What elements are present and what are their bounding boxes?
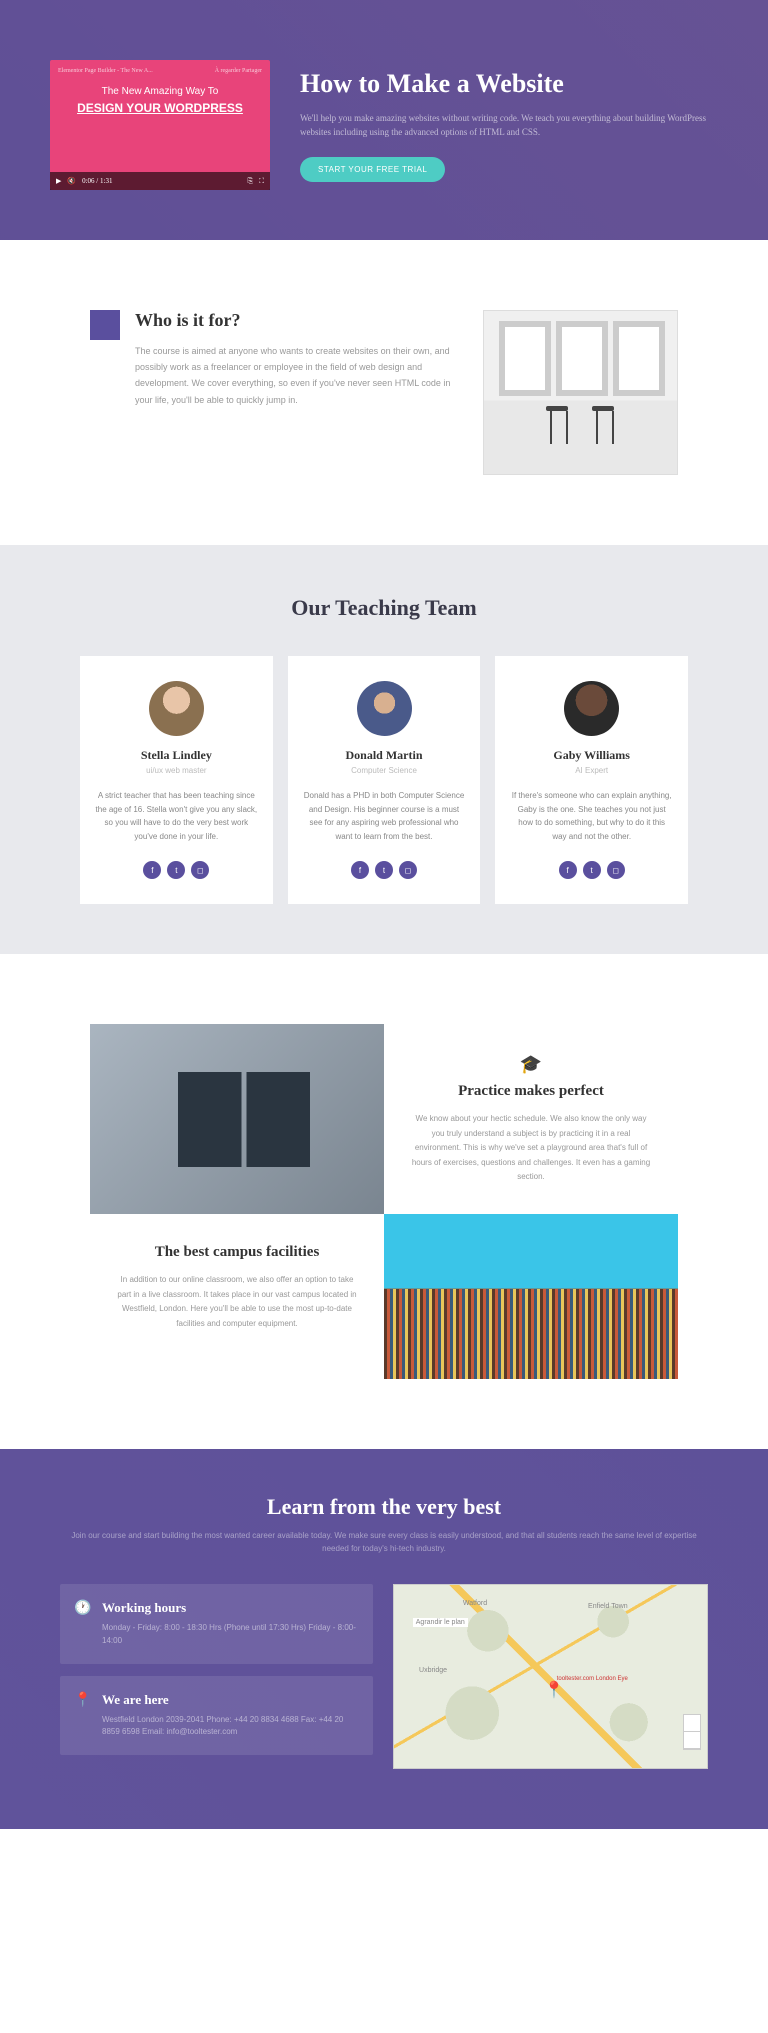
instagram-icon[interactable]: ◻ <box>191 861 209 879</box>
hero-text: How to Make a Website We'll help you mak… <box>300 68 718 183</box>
who-body: The course is aimed at anyone who wants … <box>135 343 458 408</box>
cast-icon[interactable]: ⎘ <box>247 177 253 186</box>
features-section: 🎓 Practice makes perfect We know about y… <box>0 954 768 1449</box>
who-image <box>483 310 678 475</box>
twitter-icon[interactable]: t <box>167 861 185 879</box>
video-subtitle: The New Amazing Way To <box>58 86 262 97</box>
map-city-label: Watford <box>463 1600 487 1607</box>
member-bio: A strict teacher that has been teaching … <box>95 789 258 843</box>
play-icon[interactable]: ▶ <box>56 177 61 185</box>
location-box: 📍 We are here Westfield London 2039-2041… <box>60 1676 373 1756</box>
who-content: Who is it for? The course is aimed at an… <box>90 310 458 408</box>
here-body: Westfield London 2039-2041 Phone: +44 20… <box>102 1714 357 1740</box>
hours-body: Monday - Friday: 8:00 - 18:30 Hrs (Phone… <box>102 1622 357 1648</box>
facebook-icon[interactable]: f <box>559 861 577 879</box>
map-marker-label: tooltester.com London Eye <box>557 1676 628 1682</box>
hero-section: Elementor Page Builder - The New A... À … <box>0 0 768 240</box>
clock-icon: 🕐 <box>74 1600 91 1617</box>
zoom-in-button[interactable]: + <box>684 1715 700 1732</box>
twitter-icon[interactable]: t <box>375 861 393 879</box>
map-pin-icon: 📍 <box>74 1692 91 1709</box>
member-role: ui/ux web master <box>95 766 258 775</box>
member-bio: Donald has a PHD in both Computer Scienc… <box>303 789 466 843</box>
square-icon <box>90 310 120 340</box>
practice-title: Practice makes perfect <box>409 1083 653 1100</box>
video-player[interactable]: Elementor Page Builder - The New A... À … <box>50 60 270 190</box>
avatar <box>357 681 412 736</box>
video-headline: DESIGN YOUR WORDPRESS <box>58 101 262 115</box>
hero-description: We'll help you make amazing websites wit… <box>300 111 718 140</box>
facebook-icon[interactable]: f <box>351 861 369 879</box>
map-city-label: Uxbridge <box>419 1667 447 1674</box>
graduation-cap-icon: 🎓 <box>409 1054 653 1075</box>
practice-text: 🎓 Practice makes perfect We know about y… <box>384 1024 678 1214</box>
learn-section: Learn from the very best Join our course… <box>0 1449 768 1829</box>
who-section: Who is it for? The course is aimed at an… <box>0 240 768 545</box>
start-trial-button[interactable]: START YOUR FREE TRIAL <box>300 157 445 182</box>
team-title: Our Teaching Team <box>80 595 688 621</box>
hours-title: Working hours <box>102 1600 357 1616</box>
video-source-label: Elementor Page Builder - The New A... <box>58 68 153 74</box>
team-grid: Stella Lindley ui/ux web master A strict… <box>80 656 688 904</box>
team-card-stella: Stella Lindley ui/ux web master A strict… <box>80 656 273 904</box>
campus-text: The best campus facilities In addition t… <box>90 1214 384 1379</box>
working-hours-box: 🕐 Working hours Monday - Friday: 8:00 - … <box>60 1584 373 1664</box>
map-expand-link[interactable]: Agrandir le plan <box>413 1618 468 1627</box>
member-name: Donald Martin <box>303 748 466 763</box>
member-role: AI Expert <box>510 766 673 775</box>
here-title: We are here <box>102 1692 357 1708</box>
map-zoom-controls: + − <box>683 1714 701 1750</box>
practice-body: We know about your hectic schedule. We a… <box>409 1112 653 1184</box>
campus-title: The best campus facilities <box>115 1244 359 1261</box>
fullscreen-icon[interactable]: ⛶ <box>259 177 264 186</box>
practice-image <box>90 1024 384 1214</box>
mute-icon[interactable]: 🔇 <box>67 177 76 185</box>
member-role: Computer Science <box>303 766 466 775</box>
instagram-icon[interactable]: ◻ <box>399 861 417 879</box>
member-name: Stella Lindley <box>95 748 258 763</box>
hero-title: How to Make a Website <box>300 68 718 99</box>
video-time: 0:06 / 1:31 <box>82 177 112 185</box>
member-bio: If there's someone who can explain anyth… <box>510 789 673 843</box>
campus-body: In addition to our online classroom, we … <box>115 1273 359 1331</box>
avatar <box>564 681 619 736</box>
team-section: Our Teaching Team Stella Lindley ui/ux w… <box>0 545 768 954</box>
facebook-icon[interactable]: f <box>143 861 161 879</box>
avatar <box>149 681 204 736</box>
who-title: Who is it for? <box>135 310 458 331</box>
video-top-bar: Elementor Page Builder - The New A... À … <box>58 68 262 74</box>
map[interactable]: Watford Enfield Town Uxbridge Agrandir l… <box>393 1584 708 1769</box>
team-card-gaby: Gaby Williams AI Expert If there's someo… <box>495 656 688 904</box>
map-marker-icon: 📍 <box>544 1680 564 1700</box>
map-city-label: Enfield Town <box>588 1603 628 1610</box>
video-controls[interactable]: ▶ 🔇 0:06 / 1:31 ⎘ ⛶ <box>50 172 270 190</box>
twitter-icon[interactable]: t <box>583 861 601 879</box>
team-card-donald: Donald Martin Computer Science Donald ha… <box>288 656 481 904</box>
learn-title: Learn from the very best <box>60 1494 708 1520</box>
instagram-icon[interactable]: ◻ <box>607 861 625 879</box>
campus-image <box>384 1214 678 1379</box>
zoom-out-button[interactable]: − <box>684 1732 700 1749</box>
video-share-label: À regarder Partager <box>215 68 262 74</box>
learn-subtitle: Join our course and start building the m… <box>60 1530 708 1556</box>
member-name: Gaby Williams <box>510 748 673 763</box>
